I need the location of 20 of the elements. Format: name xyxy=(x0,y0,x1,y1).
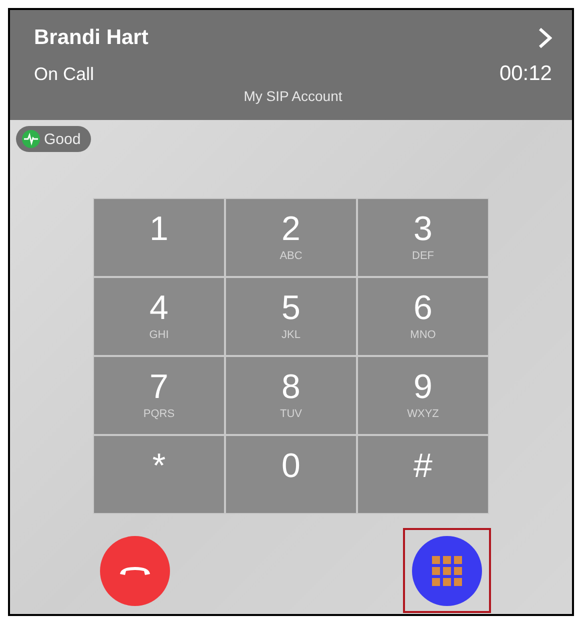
keypad-key[interactable]: 4 GHI xyxy=(94,278,224,355)
grid-icon xyxy=(432,556,462,586)
call-status: On Call xyxy=(34,64,94,84)
account-name: My SIP Account xyxy=(244,88,342,104)
keypad-key[interactable]: 0 xyxy=(226,436,356,513)
chevron-right-icon[interactable] xyxy=(538,27,552,49)
caller-name: Brandi Hart xyxy=(34,26,148,50)
keypad-key[interactable]: 2 ABC xyxy=(226,199,356,276)
pulse-icon xyxy=(22,130,40,148)
keypad-key[interactable]: 3 DEF xyxy=(358,199,488,276)
keypad-key[interactable]: 9 WXYZ xyxy=(358,357,488,434)
keypad-key[interactable]: 7 PQRS xyxy=(94,357,224,434)
keypad-key[interactable]: 5 JKL xyxy=(226,278,356,355)
call-timer: 00:12 xyxy=(499,62,552,86)
keypad-key[interactable]: * xyxy=(94,436,224,513)
keypad-key[interactable]: 8 TUV xyxy=(226,357,356,434)
keypad-key[interactable]: 6 MNO xyxy=(358,278,488,355)
call-quality-badge: Good xyxy=(16,126,91,152)
keypad-key[interactable]: 1 xyxy=(94,199,224,276)
keypad-key[interactable]: # xyxy=(358,436,488,513)
